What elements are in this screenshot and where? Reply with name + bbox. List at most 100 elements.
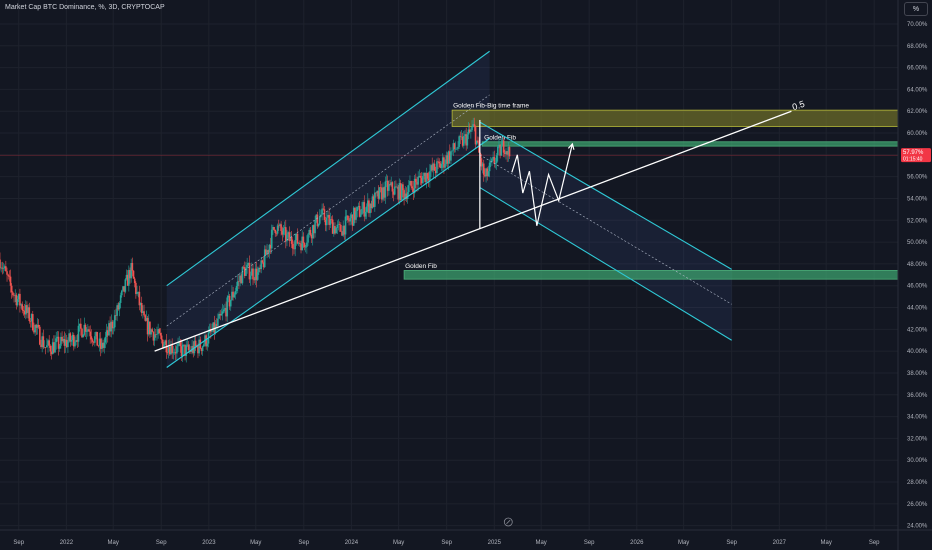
y-tick-label: 40.00%	[907, 349, 928, 355]
current-price-value: 57.97%	[903, 150, 924, 156]
candle-body	[42, 336, 45, 348]
candle-body	[473, 124, 476, 127]
candle-body	[133, 278, 136, 283]
candle-body	[378, 187, 381, 199]
candle-body	[470, 130, 472, 132]
candle-body	[88, 329, 90, 332]
x-tick-label: Sep	[298, 540, 309, 546]
candle-body	[19, 293, 21, 306]
candle-body	[233, 294, 236, 298]
x-tick-label: May	[393, 540, 404, 546]
x-tick-label: 2027	[773, 540, 787, 546]
candle-body	[436, 161, 438, 174]
x-tick-label: Sep	[156, 540, 167, 546]
candle-body	[359, 214, 362, 217]
candle-body	[158, 329, 161, 334]
candle-body	[113, 315, 116, 328]
candle-body	[159, 333, 162, 336]
candle-body	[317, 223, 320, 227]
percent-scale-button[interactable]: %	[904, 2, 928, 16]
candle-body	[336, 224, 339, 228]
y-tick-label: 70.00%	[907, 22, 928, 28]
candle-body	[177, 343, 179, 347]
candle-body	[156, 334, 158, 335]
x-tick-label: May	[535, 540, 546, 546]
candle-body	[487, 171, 490, 177]
candle-body	[292, 243, 294, 249]
x-tick-label: Sep	[584, 540, 595, 546]
candle-body	[356, 207, 359, 212]
candle-body	[111, 321, 114, 329]
candle-body	[252, 268, 254, 280]
candle-body	[444, 163, 446, 168]
candle-body	[6, 271, 8, 275]
candle-body	[31, 314, 34, 331]
candle-body	[235, 286, 238, 291]
candle-body	[8, 275, 11, 277]
x-tick-label: 2026	[630, 540, 644, 546]
candle-body	[344, 216, 347, 235]
x-tick-label: May	[678, 540, 689, 546]
candle-body	[229, 300, 232, 307]
candle-body	[417, 176, 419, 185]
candle-body	[201, 346, 204, 352]
candle-body	[48, 340, 50, 346]
candle-body	[276, 225, 279, 234]
candle-body	[482, 163, 485, 175]
candle-body	[67, 341, 69, 348]
candle-body	[46, 345, 48, 348]
candle-body	[321, 208, 323, 215]
x-tick-label: 2023	[202, 540, 216, 546]
candle-body	[181, 344, 184, 356]
goto-date-icon-slash	[506, 519, 511, 525]
candle-body	[39, 326, 41, 345]
y-tick-label: 60.00%	[907, 131, 928, 137]
candle-body	[384, 181, 387, 198]
candle-body	[402, 184, 404, 191]
candle-body	[249, 275, 252, 280]
candle-body	[347, 215, 349, 221]
y-tick-label: 68.00%	[907, 44, 928, 50]
candle-body	[489, 162, 492, 163]
candle-body	[274, 229, 277, 233]
candle-body	[502, 140, 505, 153]
candle-body	[318, 216, 321, 224]
candle-body	[5, 266, 7, 272]
candle-body	[456, 148, 458, 150]
candle-body	[508, 147, 511, 157]
candle-body	[410, 181, 412, 187]
candle-body	[419, 175, 422, 178]
candle-body	[132, 270, 135, 279]
candle-body	[325, 217, 328, 226]
chart-canvas[interactable]: Golden Fib-Big time frameGolden FibGolde…	[0, 0, 932, 550]
candle-body	[91, 339, 94, 342]
candle-body	[290, 236, 293, 244]
candle-body	[7, 274, 9, 276]
candle-body	[160, 335, 163, 340]
y-tick-label: 62.00%	[907, 109, 928, 115]
candle-body	[89, 331, 91, 337]
candle-body	[471, 126, 473, 131]
candle-body	[314, 220, 316, 234]
y-tick-label: 56.00%	[907, 175, 928, 181]
candle-body	[37, 324, 40, 327]
candle-body	[466, 134, 469, 146]
x-tick-label: May	[108, 540, 119, 546]
candle-body	[306, 242, 308, 247]
y-tick-label: 44.00%	[907, 306, 928, 312]
candle-body	[220, 313, 223, 316]
candle-body	[458, 136, 460, 147]
candle-body	[119, 295, 122, 303]
goto-date-icon[interactable]	[503, 517, 513, 527]
candle-body	[296, 233, 299, 244]
x-tick-label: 2022	[60, 540, 74, 546]
candle-body	[304, 246, 307, 248]
candle-body	[322, 208, 325, 210]
y-tick-label: 42.00%	[907, 327, 928, 333]
candle-body	[286, 234, 288, 242]
candle-body	[21, 304, 24, 311]
x-tick-label: Sep	[869, 540, 880, 546]
candle-body	[429, 171, 431, 181]
chart-root: Golden Fib-Big time frame Golden Fib Golde…	[0, 0, 932, 550]
candle-body	[176, 346, 178, 354]
